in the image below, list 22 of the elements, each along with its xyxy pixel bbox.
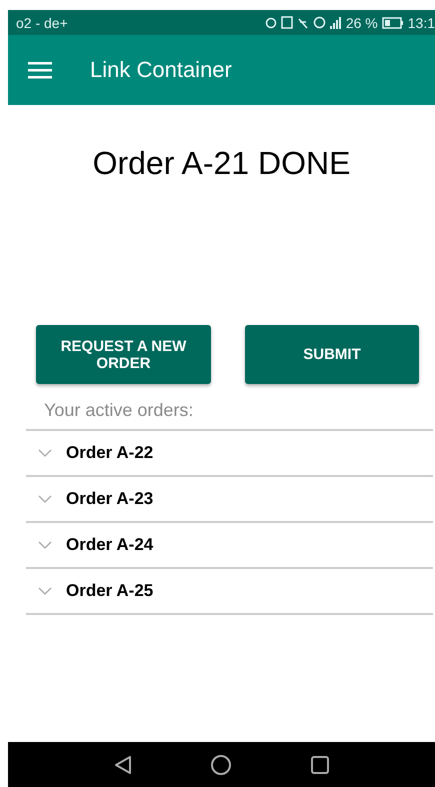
submit-button[interactable]: SUBMIT	[245, 325, 419, 384]
order-row[interactable]: Order A-24	[26, 523, 433, 569]
signal-icon	[330, 16, 342, 28]
home-icon[interactable]	[210, 754, 232, 776]
recents-icon[interactable]	[310, 754, 330, 774]
battery-level: 26 %	[346, 14, 378, 30]
clock: 13:1	[408, 14, 435, 30]
order-label: Order A-24	[66, 535, 154, 555]
back-icon[interactable]	[114, 754, 132, 774]
menu-icon[interactable]	[28, 61, 52, 79]
request-order-button[interactable]: REQUEST A NEW ORDER	[36, 325, 211, 384]
order-label: Order A-23	[66, 489, 154, 509]
carrier-name: o2 - de+	[16, 14, 68, 30]
order-status-heading: Order A-21 DONE	[92, 145, 350, 183]
order-label: Order A-22	[66, 443, 154, 463]
order-row[interactable]: Order A-22	[26, 431, 433, 477]
app-title: Link Container	[90, 57, 232, 83]
orders-label: Your active orders:	[43, 399, 194, 421]
order-label: Order A-25	[66, 581, 154, 601]
order-row[interactable]: Order A-25	[26, 569, 433, 615]
battery-icon	[382, 16, 404, 28]
order-row[interactable]: Order A-23	[26, 477, 433, 523]
